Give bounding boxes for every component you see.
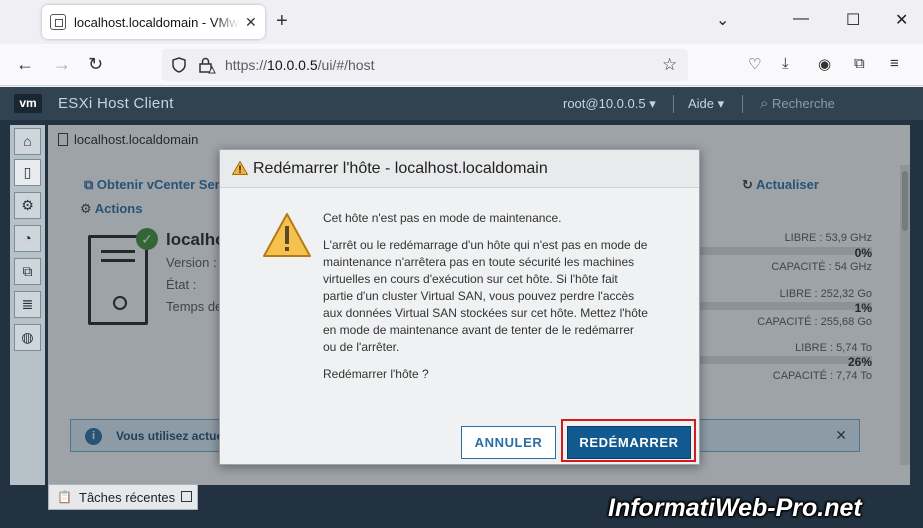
tab-close-icon[interactable]: ✕ [245, 14, 257, 31]
vmware-logo: vm [14, 94, 42, 113]
recent-tasks-label: Tâches récentes [79, 490, 176, 505]
back-icon[interactable]: ← [16, 54, 34, 75]
vmware-favicon-icon [50, 14, 66, 30]
menu-icon[interactable]: ≡ [890, 55, 899, 72]
user-menu[interactable]: root@10.0.0.5 ▾ [563, 96, 656, 112]
forward-icon[interactable]: → [53, 54, 71, 75]
home-icon[interactable]: ⌂ [14, 128, 41, 155]
reload-icon[interactable]: ↻ [88, 54, 103, 75]
extensions-icon[interactable]: ⧉ [854, 55, 865, 72]
search-icon: ⌕ [760, 95, 769, 112]
downloads-icon[interactable]: ⤓ [782, 55, 789, 72]
tab-list-chevron-icon[interactable]: ⌄ [716, 10, 729, 30]
address-bar[interactable]: https://10.0.0.5/ui/#/host ☆ [162, 49, 688, 81]
warning-icon [232, 161, 248, 175]
storage-icon[interactable]: ≣ [14, 291, 41, 318]
tracking-shield-icon[interactable] [172, 57, 186, 73]
browser-tab-bar: localhost.localdomain - VMware ESXi ✕ + … [0, 0, 923, 44]
dialog-title: Redémarrer l'hôte - localhost.localdomai… [253, 160, 548, 177]
help-menu[interactable]: Aide ▾ [688, 96, 724, 112]
virtual-machines-icon[interactable]: ⧉ [14, 258, 41, 285]
cancel-button[interactable]: ANNULER [461, 426, 556, 459]
app-header: vm ESXi Host Client root@10.0.0.5 ▾ Aide… [0, 87, 923, 120]
browser-nav-bar: ← → ↻ https://10.0.0.5/ui/#/host ☆ ♡ ⤓ ◉… [0, 44, 923, 86]
reboot-question: Redémarrer l'hôte ? [323, 367, 429, 381]
host-icon[interactable]: ▯ [14, 159, 41, 186]
url-text[interactable]: https://10.0.0.5/ui/#/host [225, 57, 374, 73]
account-icon[interactable]: ◉ [818, 55, 831, 73]
minimize-icon[interactable]: — [793, 10, 809, 28]
header-divider [673, 95, 674, 113]
reboot-host-dialog: Redémarrer l'hôte - localhost.localdomai… [219, 149, 700, 465]
new-tab-icon[interactable]: + [276, 10, 288, 33]
header-divider [742, 95, 743, 113]
app-title: ESXi Host Client [58, 95, 174, 112]
manage-gear-icon[interactable]: ⚙ [14, 192, 41, 219]
maintenance-notice: Cet hôte n'est pas en mode de maintenanc… [323, 211, 562, 225]
monitor-gauge-icon[interactable]: ◔ [14, 225, 41, 252]
lock-warning-icon[interactable] [198, 56, 216, 74]
tasks-clipboard-icon: 📋 [57, 490, 72, 504]
recent-tasks-tab[interactable]: 📋 Tâches récentes [48, 484, 198, 510]
search-box[interactable]: ⌕ Recherche [760, 95, 835, 112]
window-close-icon[interactable]: ✕ [895, 10, 908, 30]
large-warning-icon [263, 213, 311, 257]
dialog-header: Redémarrer l'hôte - localhost.localdomai… [220, 150, 699, 188]
browser-tab[interactable]: localhost.localdomain - VMware ESXi ✕ [42, 5, 265, 39]
networking-icon[interactable]: ◍ [14, 324, 41, 351]
highlight-box [561, 419, 696, 462]
warning-paragraph: L'arrêt ou le redémarrage d'un hôte qui … [323, 238, 648, 354]
expand-icon[interactable] [181, 491, 192, 502]
watermark: InformatiWeb-Pro.net [608, 494, 862, 522]
navigator-sidebar: ⌂ ▯ ⚙ ◔ ⧉ ≣ ◍ [10, 125, 45, 485]
maximize-icon[interactable]: ☐ [846, 10, 860, 30]
pocket-icon[interactable]: ♡ [748, 55, 761, 73]
tab-title: localhost.localdomain - VMware ESXi [74, 14, 239, 30]
bookmark-star-icon[interactable]: ☆ [662, 55, 677, 75]
dialog-body: Cet hôte n'est pas en mode de maintenanc… [220, 188, 699, 391]
